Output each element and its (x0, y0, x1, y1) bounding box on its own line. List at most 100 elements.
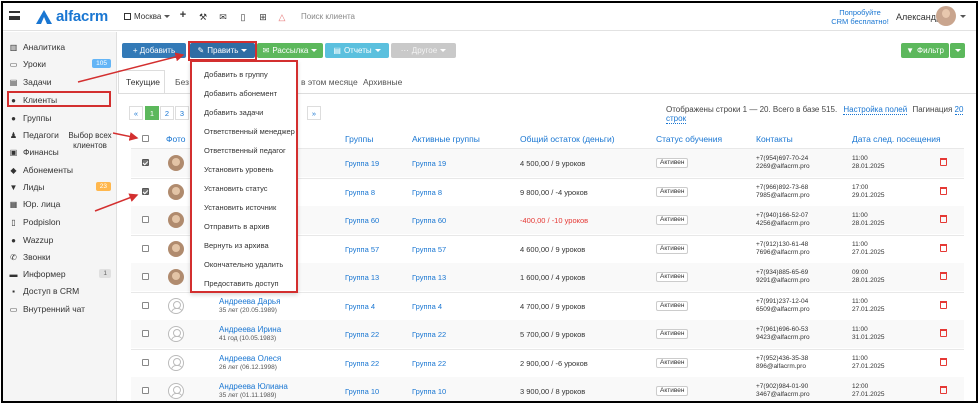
email-value[interactable]: 6509@alfacrm.pro (756, 306, 810, 314)
trash-icon[interactable] (940, 329, 947, 338)
row-checkbox[interactable] (142, 216, 149, 224)
menu-item-add-to-group[interactable]: Добавить в группу (204, 70, 268, 79)
email-value[interactable]: 9291@alfacrm.pro (756, 277, 810, 285)
sidebar-item-tasks[interactable]: ▤ Задачи (9, 75, 111, 89)
active-group-link[interactable]: Группа 60 (412, 216, 446, 225)
sidebar-item-wazzup[interactable]: ● Wazzup (9, 233, 111, 247)
row-checkbox[interactable] (142, 187, 149, 195)
sidebar-item-internal-chat[interactable]: ▭ Внутренний чат (9, 302, 111, 316)
group-link[interactable]: Группа 8 (345, 188, 375, 197)
client-name-link[interactable]: Андреева Ирина (219, 325, 281, 334)
sidebar-item-leads[interactable]: ▼ Лиды 23 (9, 180, 111, 194)
menu-item-set-source[interactable]: Установить источник (204, 203, 276, 212)
sidebar-item-crm-access[interactable]: ▪ Доступ в CRM (9, 284, 111, 298)
fields-settings-link[interactable]: Настройка полей (843, 105, 908, 115)
mail-icon[interactable]: ✉ (218, 12, 228, 23)
menu-item-grant-access[interactable]: Предоставить доступ (204, 279, 279, 288)
chevron-down-icon[interactable] (960, 15, 966, 18)
phone-value[interactable]: +7(961)696-60-53 (756, 326, 810, 334)
add-button[interactable]: + Добавить (122, 43, 186, 58)
phone-icon[interactable]: ▯ (238, 12, 248, 23)
sidebar-item-subscriptions[interactable]: ◆ Абонементы (9, 163, 111, 177)
menu-item-add-subscription[interactable]: Добавить абонемент (204, 89, 277, 98)
trash-icon[interactable] (940, 243, 947, 252)
trash-icon[interactable] (940, 215, 947, 224)
sidebar-item-groups[interactable]: ● Группы (9, 111, 111, 125)
pagination-page-2[interactable]: 2 (160, 106, 174, 120)
menu-item-responsible-manager[interactable]: Ответственный менеджер (204, 127, 295, 136)
phone-value[interactable]: +7(952)436-35-38 (756, 355, 808, 363)
trash-icon[interactable] (940, 357, 947, 366)
menu-item-set-status[interactable]: Установить статус (204, 184, 268, 193)
sidebar-item-lessons[interactable]: ▭ Уроки 105 (9, 57, 111, 71)
active-group-link[interactable]: Группа 22 (412, 330, 446, 339)
sidebar-item-legal-entities[interactable]: ▦ Юр. лица (9, 197, 111, 211)
search-input[interactable]: Поиск клиента (301, 12, 355, 21)
tab-without[interactable]: Без (175, 77, 189, 87)
column-header-groups[interactable]: Группы (345, 134, 373, 144)
select-all-checkbox[interactable] (142, 135, 149, 142)
trash-icon[interactable] (940, 272, 947, 281)
sidebar-item-informer[interactable]: ▬ Информер 1 (9, 267, 111, 281)
menu-item-send-to-archive[interactable]: Отправить в архив (204, 222, 270, 231)
group-link[interactable]: Группа 19 (345, 159, 379, 168)
row-checkbox[interactable] (142, 159, 149, 167)
reports-button[interactable]: ▤ Отчеты (325, 43, 389, 58)
menu-icon[interactable] (9, 11, 20, 20)
menu-item-restore-from-archive[interactable]: Вернуть из архива (204, 241, 269, 250)
column-header-balance[interactable]: Общий остаток (деньги) (520, 134, 615, 144)
email-value[interactable]: 7696@alfacrm.pro (756, 249, 810, 257)
pagination-next[interactable]: » (307, 106, 321, 120)
menu-item-delete-permanently[interactable]: Окончательно удалить (204, 260, 283, 269)
active-group-link[interactable]: Группа 10 (412, 387, 446, 396)
group-link[interactable]: Группа 10 (345, 387, 379, 396)
menu-item-responsible-teacher[interactable]: Ответственный педагог (204, 146, 286, 155)
user-avatar[interactable] (936, 6, 956, 26)
sidebar-item-podpislon[interactable]: ▯ Podpislon (9, 215, 111, 229)
column-header-photo[interactable]: Фото (166, 134, 186, 144)
phone-value[interactable]: +7(912)130-61-48 (756, 241, 810, 249)
phone-value[interactable]: +7(940)166-52-07 (756, 212, 810, 220)
other-button[interactable]: ⋯ Другое (391, 43, 456, 58)
trash-icon[interactable] (940, 300, 947, 309)
cart-icon[interactable]: ⊞ (258, 12, 268, 23)
client-name-link[interactable]: Андреева Юлиана (219, 382, 288, 391)
group-link[interactable]: Группа 60 (345, 216, 379, 225)
column-header-next-date[interactable]: Дата след. посещения (852, 134, 941, 144)
row-checkbox[interactable] (142, 273, 149, 281)
filter-dropdown-button[interactable] (950, 43, 965, 58)
pagination-prev[interactable]: « (129, 106, 143, 120)
group-link[interactable]: Группа 13 (345, 273, 379, 282)
group-link[interactable]: Группа 4 (345, 302, 375, 311)
trash-icon[interactable] (940, 386, 947, 395)
menu-item-set-level[interactable]: Установить уровень (204, 165, 274, 174)
active-group-link[interactable]: Группа 4 (412, 302, 442, 311)
filter-button[interactable]: ▼ Фильтр (901, 43, 949, 58)
tab-current[interactable]: Текущие (126, 77, 160, 87)
email-value[interactable]: 4256@alfacrm.pro (756, 220, 810, 228)
email-value[interactable]: 9423@alfacrm.pro (756, 334, 810, 342)
phone-value[interactable]: +7(954)697-70-24 (756, 155, 810, 163)
active-group-link[interactable]: Группа 22 (412, 359, 446, 368)
wrench-icon[interactable]: ⚒ (198, 12, 208, 23)
column-header-status[interactable]: Статус обучения (656, 134, 722, 144)
pagination-page-3[interactable]: 3 (175, 106, 189, 120)
column-header-contacts[interactable]: Контакты (756, 134, 793, 144)
row-checkbox[interactable] (142, 301, 149, 309)
active-group-link[interactable]: Группа 13 (412, 273, 446, 282)
active-group-link[interactable]: Группа 57 (412, 245, 446, 254)
pagination-page-1[interactable]: 1 (145, 106, 159, 120)
group-link[interactable]: Группа 22 (345, 330, 379, 339)
sidebar-item-calls[interactable]: ✆ Звонки (9, 250, 111, 264)
bell-icon[interactable]: △ (277, 12, 287, 23)
row-checkbox[interactable] (142, 358, 149, 366)
phone-value[interactable]: +7(966)892-73-68 (756, 184, 810, 192)
tab-this-month[interactable]: в этом месяце (301, 77, 358, 87)
column-header-active-groups[interactable]: Активные группы (412, 134, 480, 144)
phone-value[interactable]: +7(902)984-01-90 (756, 383, 810, 391)
city-selector[interactable]: Москва (124, 12, 171, 21)
menu-item-add-tasks[interactable]: Добавить задачи (204, 108, 263, 117)
logo[interactable]: alfacrm (36, 8, 108, 25)
promo-link[interactable]: Попробуйте CRM бесплатно! (831, 8, 889, 26)
tab-archived[interactable]: Архивные (363, 77, 402, 87)
